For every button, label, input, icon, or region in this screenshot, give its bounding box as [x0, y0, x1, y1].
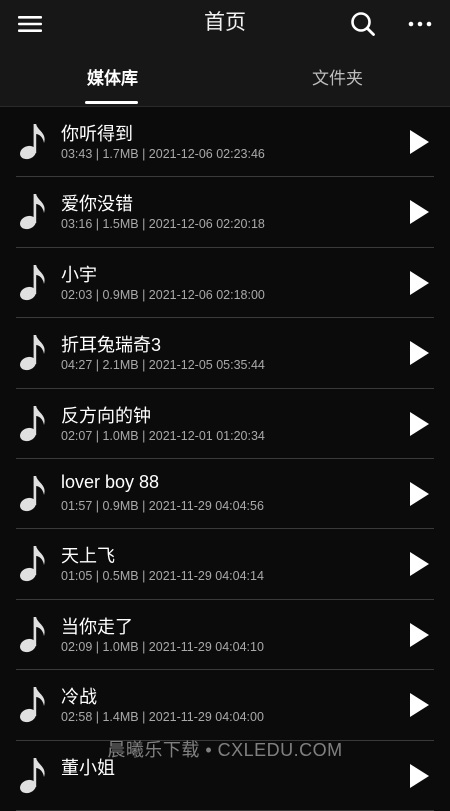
song-title: 董小姐: [61, 757, 115, 778]
play-icon[interactable]: [406, 268, 432, 298]
menu-button[interactable]: [12, 6, 48, 42]
song-row[interactable]: 折耳兔瑞奇3 04:27 | 2.1MB | 2021-12-05 05:35:4…: [16, 318, 434, 389]
song-title: 反方向的钟: [61, 405, 151, 426]
play-icon[interactable]: [406, 620, 432, 650]
music-note-icon: [18, 404, 48, 442]
song-title: lover boy 88: [61, 471, 160, 492]
music-note-icon: [18, 122, 48, 160]
song-row[interactable]: 董小姐: [16, 741, 434, 811]
song-meta: 02:07 | 1.0MB | 2021-12-01 01:20:34: [61, 428, 265, 443]
music-note-icon: [18, 333, 48, 371]
music-note-icon: [18, 685, 48, 723]
song-row[interactable]: 当你走了 02:09 | 1.0MB | 2021-11-29 04:04:10: [16, 600, 434, 671]
top-app-bar: 首页: [0, 0, 450, 48]
song-row[interactable]: lover boy 88 01:57 | 0.9MB | 2021-11-29 0…: [16, 459, 434, 530]
more-horizontal-icon: [408, 21, 432, 27]
song-meta: 02:03 | 0.9MB | 2021-12-06 02:18:00: [61, 287, 265, 302]
play-icon[interactable]: [406, 197, 432, 227]
song-row[interactable]: 小宇 02:03 | 0.9MB | 2021-12-06 02:18:00: [16, 248, 434, 319]
song-title: 冷战: [61, 687, 97, 708]
search-icon: [351, 12, 375, 36]
tab-folders[interactable]: 文件夹: [225, 48, 450, 106]
song-title: 爱你没错: [61, 194, 133, 215]
song-meta: 04:27 | 2.1MB | 2021-12-05 05:35:44: [61, 358, 265, 373]
tab-bar: 媒体库 文件夹: [0, 48, 450, 107]
music-note-icon: [18, 192, 48, 230]
music-note-icon: [18, 474, 48, 512]
song-title: 你听得到: [61, 124, 133, 144]
song-meta: 02:09 | 1.0MB | 2021-11-29 04:04:10: [61, 639, 264, 654]
song-row[interactable]: 反方向的钟 02:07 | 1.0MB | 2021-12-01 01:20:34: [16, 389, 434, 459]
song-row[interactable]: 你听得到 03:43 | 1.7MB | 2021-12-06 02:23:46: [16, 107, 434, 178]
song-title: 折耳兔瑞奇3: [61, 335, 162, 356]
tab-media-library[interactable]: 媒体库: [0, 48, 225, 106]
song-title: 当你走了: [61, 616, 133, 637]
song-row[interactable]: 天上飞 01:05 | 0.5MB | 2021-11-29 04:04:14: [16, 529, 434, 600]
music-note-icon: [18, 544, 48, 582]
more-options-button[interactable]: [402, 6, 438, 42]
song-row[interactable]: 爱你没错 03:16 | 1.5MB | 2021-12-06 02:20:18: [16, 177, 434, 248]
song-row[interactable]: 冷战 02:58 | 1.4MB | 2021-11-29 04:04:00: [16, 670, 434, 741]
play-icon[interactable]: [406, 338, 432, 368]
song-meta: 01:57 | 0.9MB | 2021-11-29 04:04:56: [61, 498, 264, 513]
music-note-icon: [18, 615, 48, 653]
play-icon[interactable]: [406, 549, 432, 579]
song-meta: 02:58 | 1.4MB | 2021-11-29 04:04:00: [61, 710, 264, 725]
song-meta: 03:43 | 1.7MB | 2021-12-06 02:23:46: [61, 147, 265, 161]
play-icon[interactable]: [406, 479, 432, 509]
music-note-icon: [18, 263, 48, 301]
page-title: 首页: [204, 11, 246, 34]
active-tab-indicator: [85, 101, 138, 104]
play-icon[interactable]: [406, 690, 432, 720]
song-meta: 01:05 | 0.5MB | 2021-11-29 04:04:14: [61, 569, 264, 584]
song-title: 小宇: [61, 264, 97, 285]
play-icon[interactable]: [406, 761, 432, 791]
play-icon[interactable]: [406, 409, 432, 439]
song-list: 你听得到 03:43 | 1.7MB | 2021-12-06 02:23:46 爱…: [0, 107, 450, 811]
music-note-icon: [18, 756, 48, 794]
search-button[interactable]: [345, 6, 381, 42]
song-title: 天上飞: [61, 546, 115, 567]
song-meta: 03:16 | 1.5MB | 2021-12-06 02:20:18: [61, 217, 265, 232]
play-icon[interactable]: [406, 127, 432, 157]
menu-icon: [18, 16, 42, 32]
